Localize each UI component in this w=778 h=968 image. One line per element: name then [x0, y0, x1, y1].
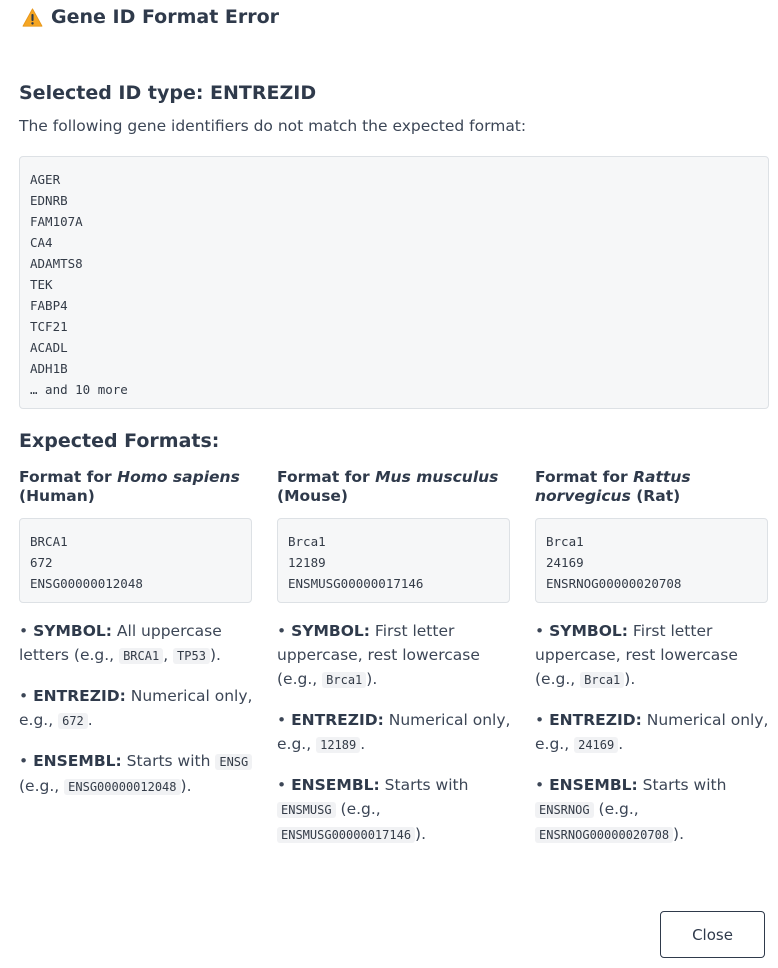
- format-title: Format for Mus musculus (Mouse): [277, 468, 499, 505]
- more-ids-note: … and 10 more: [30, 382, 128, 397]
- format-examples: Brca1 12189 ENSMUSG00000017146: [277, 518, 510, 603]
- ensembl-rule: • ENSEMBL: Starts with ENSRNOG (e.g., EN…: [535, 776, 727, 843]
- invalid-id: EDNRB: [30, 193, 68, 208]
- example-id: 24169: [546, 555, 584, 570]
- format-rules: • SYMBOL: First letter uppercase, rest l…: [535, 619, 775, 847]
- modal-title: Gene ID Format Error: [22, 6, 279, 28]
- invalid-id: ACADL: [30, 340, 68, 355]
- invalid-id: TEK: [30, 277, 53, 292]
- invalid-id: AGER: [30, 172, 61, 187]
- example-id: 12189: [288, 555, 326, 570]
- species-name: Homo sapiens: [117, 468, 240, 486]
- entrez-rule: • ENTREZID: Numerical only, e.g., 24169.: [535, 711, 769, 753]
- entrez-rule: • ENTREZID: Numerical only, e.g., 12189.: [277, 711, 511, 753]
- ensembl-rule: • ENSEMBL: Starts with ENSMUSG (e.g., EN…: [277, 776, 469, 843]
- format-column-human: Format for Homo sapiens (Human) BRCA1 67…: [19, 468, 255, 815]
- format-title: Format for Homo sapiens (Human): [19, 468, 240, 505]
- modal-title-text: Gene ID Format Error: [51, 6, 280, 28]
- selected-id-heading: Selected ID type: ENTREZID: [19, 82, 317, 104]
- example-id: Brca1: [546, 534, 584, 549]
- invalid-id: FAM107A: [30, 214, 83, 229]
- example-id: ENSMUSG00000017146: [288, 576, 424, 591]
- symbol-rule: • SYMBOL: First letter uppercase, rest l…: [535, 622, 738, 688]
- example-id: Brca1: [288, 534, 326, 549]
- invalid-id: FABP4: [30, 298, 68, 313]
- example-id: ENSRNOG00000020708: [546, 576, 682, 591]
- format-column-rat: Format for Rattus norvegicus (Rat) Brca1…: [535, 468, 775, 863]
- format-rules: • SYMBOL: All uppercase letters (e.g., B…: [19, 619, 255, 799]
- format-rules: • SYMBOL: First letter uppercase, rest l…: [277, 619, 513, 847]
- warning-icon: [22, 7, 43, 27]
- format-examples: Brca1 24169 ENSRNOG00000020708: [535, 518, 768, 603]
- example-id: ENSG00000012048: [30, 576, 143, 591]
- example-id: BRCA1: [30, 534, 68, 549]
- ensembl-rule: • ENSEMBL: Starts with ENSG (e.g., ENSG0…: [19, 749, 255, 799]
- symbol-rule: • SYMBOL: First letter uppercase, rest l…: [277, 622, 480, 688]
- invalid-id: ADH1B: [30, 361, 68, 376]
- close-button[interactable]: Close: [660, 911, 765, 958]
- species-name: Mus musculus: [375, 468, 499, 486]
- invalid-ids-list: AGER EDNRB FAM107A CA4 ADAMTS8 TEK FABP4…: [19, 156, 769, 409]
- expected-formats-heading: Expected Formats:: [19, 430, 220, 452]
- symbol-rule: • SYMBOL: All uppercase letters (e.g., B…: [19, 622, 222, 664]
- invalid-id: TCF21: [30, 319, 68, 334]
- entrez-rule: • ENTREZID: Numerical only, e.g., 672.: [19, 687, 253, 729]
- format-examples: BRCA1 672 ENSG00000012048: [19, 518, 252, 603]
- example-id: 672: [30, 555, 53, 570]
- mismatch-intro: The following gene identifiers do not ma…: [19, 117, 527, 135]
- format-column-mouse: Format for Mus musculus (Mouse) Brca1 12…: [277, 468, 513, 863]
- invalid-id: ADAMTS8: [30, 256, 83, 271]
- invalid-id: CA4: [30, 235, 53, 250]
- format-title: Format for Rattus norvegicus (Rat): [535, 468, 691, 505]
